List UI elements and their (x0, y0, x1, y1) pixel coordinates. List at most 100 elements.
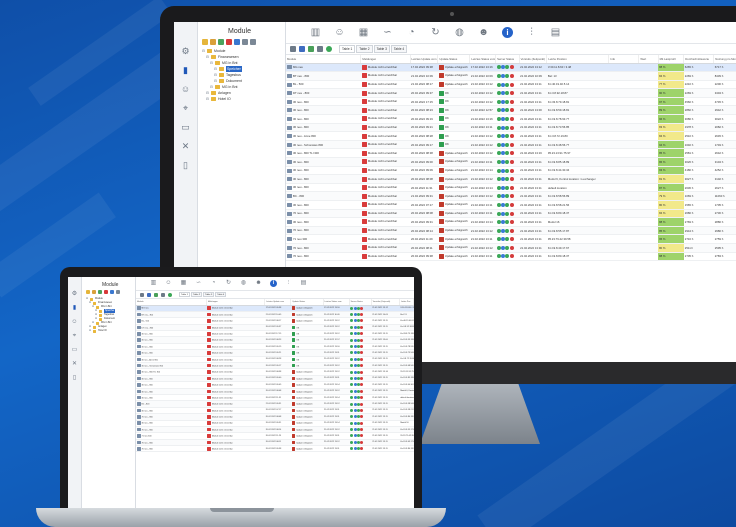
globe-icon[interactable]: ◍ (454, 27, 465, 38)
tree-toggle-icon[interactable]: ⊟ (89, 329, 91, 333)
table-row[interactable]: 30 neu - 800 Module nicht erreichbar 20.02… (286, 123, 736, 133)
chart-icon[interactable]: ▮ (71, 305, 78, 312)
refresh-icon[interactable] (110, 290, 114, 294)
chart-bar-icon[interactable]: ▥ (150, 280, 157, 287)
table-row[interactable]: BC - 800 Module nicht erreichbar 21.02.202… (286, 191, 736, 201)
tree-toggle-icon[interactable]: ⊟ (206, 54, 209, 60)
table-row[interactable]: 30 neu - 800 Module nicht erreichbar 20.02… (286, 97, 736, 107)
document-icon[interactable]: ▯ (71, 375, 78, 382)
chart-icon[interactable]: ▮ (181, 65, 191, 75)
person-icon[interactable]: ☺ (165, 280, 172, 287)
globe-icon[interactable]: ◍ (240, 280, 247, 287)
calendar-icon[interactable]: ▭ (71, 347, 78, 354)
chart-bar-icon[interactable]: ▥ (310, 27, 321, 38)
folder-icon[interactable] (86, 290, 90, 294)
table-row[interactable]: 30 neu - 800 Module nicht erreichbar 20.02… (286, 157, 736, 167)
tree-toggle-icon[interactable]: ⊟ (206, 96, 209, 102)
print-icon[interactable] (161, 292, 165, 297)
column-header[interactable]: Vorstufe (Zeitpunkt) (519, 55, 548, 64)
info-icon[interactable]: i (270, 280, 277, 287)
tab-table-1[interactable]: Table 1 (339, 45, 356, 53)
refresh-icon[interactable] (234, 39, 240, 45)
table-row[interactable]: 70 neu - 800 Module nicht erreichbar 20.02… (286, 226, 736, 236)
filter-icon[interactable]: ⫶ (285, 280, 292, 287)
table-row[interactable]: 30 neu - 800 Module nicht erreichbar 20.02… (286, 166, 736, 176)
tree-toggle-icon[interactable]: ⊟ (214, 78, 217, 84)
column-header[interactable]: Server Status (495, 55, 520, 64)
document-icon[interactable]: ▯ (181, 160, 191, 170)
tools-icon[interactable]: ✕ (71, 361, 78, 368)
gauge-icon[interactable]: ◔ (210, 280, 217, 287)
link-icon[interactable]: ∽ (195, 280, 202, 287)
delete-icon[interactable] (226, 39, 232, 45)
grid-icon[interactable]: ▦ (180, 280, 187, 287)
column-header[interactable]: Update-Status (437, 55, 471, 64)
table-row[interactable]: 30 neu - 800 Module nicht erreichbar 20.02… (286, 105, 736, 116)
table-row[interactable]: 30 neu - 800 Module nicht erreichbar 20.02… (286, 174, 736, 184)
tab-table-3[interactable]: Table 3 (373, 45, 390, 53)
table-row[interactable]: DT neu - 800 Module nicht erreichbar 20.02… (286, 88, 736, 98)
tree-toggle-icon[interactable]: ⊟ (95, 317, 97, 321)
table-row[interactable]: 30 neu - 800 Module nicht erreichbar 20.02… (286, 200, 736, 210)
tree-toggle-icon[interactable]: ⊟ (210, 84, 213, 90)
table-row[interactable]: BT neu - 800 Module nicht erreichbar 21.02… (286, 71, 736, 81)
folder-open-icon[interactable] (92, 290, 96, 294)
status-icon[interactable] (326, 46, 332, 52)
table-row[interactable]: 70 neu - 800 Module nicht erreichbar 20.02… (286, 243, 736, 253)
location-icon[interactable]: ⌖ (181, 103, 191, 113)
export-icon[interactable] (308, 46, 314, 52)
tab-table-2[interactable]: Table 2 (356, 45, 373, 53)
tree-toggle-icon[interactable]: ⊟ (92, 305, 94, 309)
settings-icon[interactable]: ⚙ (181, 46, 191, 56)
tree-toggle-icon[interactable]: ⊟ (210, 60, 213, 66)
add-icon[interactable] (98, 290, 102, 294)
tab-table-1[interactable]: Table 1 (179, 292, 191, 297)
grid-small-icon[interactable] (140, 292, 144, 297)
table-row[interactable]: 71 neu 300 Module nicht erreichbar 20.02.2… (286, 234, 736, 244)
user-icon[interactable]: ☺ (71, 319, 78, 326)
table-row[interactable]: 70 neu - 800 Module nicht erreichbar 20.02… (286, 209, 736, 219)
add-icon[interactable] (218, 39, 224, 45)
tree-toggle-icon[interactable]: ⊟ (92, 321, 94, 325)
tree-item[interactable]: ⊟ Hotel IO (86, 329, 131, 333)
folder-icon[interactable] (202, 39, 208, 45)
filter-icon[interactable]: ⫶ (526, 27, 537, 38)
tree-toggle-icon[interactable]: ⊟ (202, 48, 205, 54)
table-row[interactable]: MG neu Module nicht erreichbar 17.02.2022 … (286, 63, 736, 73)
column-header[interactable]: Module (286, 55, 362, 64)
tab-table-2[interactable]: Table 2 (191, 292, 203, 297)
building-icon[interactable]: ▤ (550, 27, 561, 38)
tools-icon[interactable]: ✕ (181, 141, 191, 151)
column-header[interactable]: Meldungen (360, 55, 411, 64)
settings-icon[interactable]: ⚙ (71, 291, 78, 298)
column-header[interactable]: Letztes Update vom (410, 55, 439, 64)
table-icon[interactable] (299, 46, 305, 52)
help-icon[interactable] (116, 290, 120, 294)
export-icon[interactable] (154, 292, 158, 297)
grid-icon[interactable]: ▦ (358, 27, 369, 38)
cycle-icon[interactable]: ↻ (225, 280, 232, 287)
folder-open-icon[interactable] (210, 39, 216, 45)
info-icon[interactable]: i (502, 27, 513, 38)
tree-toggle-icon[interactable]: ⊟ (89, 301, 91, 305)
table-row[interactable]: 30 neu - Anne 800 Module nicht erreichbar… (286, 131, 736, 141)
print-icon[interactable] (317, 46, 323, 52)
calendar-icon[interactable]: ▭ (181, 122, 191, 132)
search-icon[interactable] (250, 39, 256, 45)
cycle-icon[interactable]: ↻ (430, 27, 441, 38)
table-icon[interactable] (147, 292, 151, 297)
table-row[interactable]: 70 neu - 800 Module nicht erreichbar 20.02… (136, 445, 414, 453)
tab-table-4[interactable]: Table 4 (390, 45, 408, 53)
status-icon[interactable] (168, 292, 172, 297)
table-row[interactable]: 30 neu - 800 Module nicht erreichbar 20.02… (286, 183, 736, 193)
link-icon[interactable]: ∽ (382, 27, 393, 38)
table-row[interactable]: 30 neu - Schonwies 800 Module nicht errei… (286, 140, 736, 150)
table-row[interactable]: 30 neu - 800 TLI 300 Module nicht erreich… (286, 148, 736, 159)
column-header[interactable]: Letzte Position (546, 55, 610, 64)
tab-table-4[interactable]: Table 4 (215, 292, 227, 297)
column-header[interactable]: Wert (638, 55, 659, 64)
delete-icon[interactable] (104, 290, 108, 294)
help-icon[interactable] (242, 39, 248, 45)
column-header[interactable]: Durchschnittswerte (683, 55, 715, 64)
location-icon[interactable]: ⌖ (71, 333, 78, 340)
